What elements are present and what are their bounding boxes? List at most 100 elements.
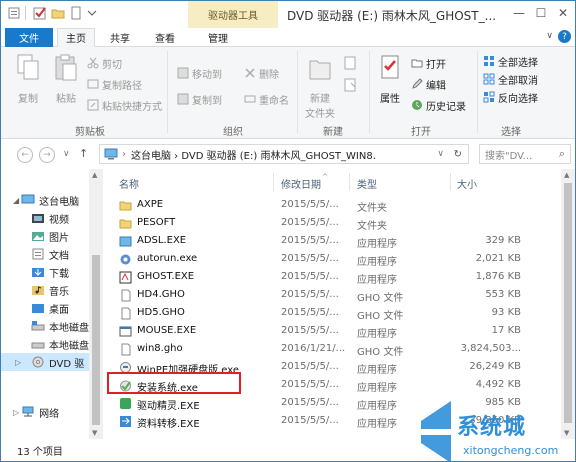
- delete-icon: [245, 68, 255, 78]
- new-item-icon[interactable]: [343, 55, 359, 71]
- nav-item-desktop[interactable]: 桌面: [31, 299, 69, 317]
- cut-button[interactable]: 剪切: [87, 55, 122, 71]
- open-group-label: 打开: [411, 127, 431, 138]
- open-label: 打开: [426, 59, 446, 71]
- file-icon: [121, 289, 131, 302]
- forward-button[interactable]: →: [39, 147, 55, 163]
- tab-manage[interactable]: 管理: [198, 28, 238, 47]
- delete-label: 删除: [259, 69, 279, 81]
- ribbon: 复制 粘贴 剪切 复制路径 粘贴快捷方式 剪贴板 移动到 复制到 删除 重命名 …: [1, 47, 575, 139]
- nav-pane-scroll-thumb[interactable]: [92, 255, 100, 425]
- easy-access-icon[interactable]: [343, 77, 359, 93]
- file-name: PESOFT: [137, 217, 176, 228]
- nav-item-videos[interactable]: 视频: [31, 209, 69, 227]
- refresh-icon[interactable]: ↻: [454, 149, 462, 160]
- address-bar[interactable]: › 这台电脑 › DVD 驱动器 (E:) 雨林木风_GHOST_WIN8. ∨…: [99, 144, 469, 164]
- rename-button[interactable]: 重命名: [244, 91, 289, 107]
- nav-item-pictures[interactable]: 图片: [31, 227, 69, 245]
- breadcrumb[interactable]: 这台电脑 › DVD 驱动器 (E:) 雨林木风_GHOST_WIN8.: [131, 147, 376, 162]
- properties-button[interactable]: 属性: [373, 53, 407, 105]
- move-to-label: 移动到: [192, 69, 222, 81]
- tab-home[interactable]: 主页: [57, 28, 95, 47]
- copy-to-button[interactable]: 复制到: [177, 91, 222, 107]
- close-button[interactable]: ✕: [553, 5, 573, 21]
- file-list-scrollbar[interactable]: ▲ ▼: [561, 169, 575, 439]
- select-all-button[interactable]: 全部选择: [483, 53, 538, 69]
- file-name: 资料转移.EXE: [137, 419, 200, 430]
- maximize-button[interactable]: ☐: [531, 5, 551, 21]
- tab-view[interactable]: 查看: [146, 28, 184, 47]
- music-folder-icon: [32, 286, 44, 295]
- file-list-scroll-thumb[interactable]: [564, 183, 572, 423]
- scroll-up-icon[interactable]: ▲: [564, 171, 569, 179]
- nav-pane-scrollbar[interactable]: ▲ ▼: [89, 169, 103, 439]
- file-icon: [121, 307, 131, 320]
- file-row[interactable]: GHOST.EXE 2015/5/5/... 应用程序 1,876 KB: [109, 269, 539, 286]
- paste-button[interactable]: 粘贴: [49, 53, 83, 105]
- nav-item-downloads[interactable]: 下载: [31, 263, 69, 281]
- edit-button[interactable]: 编辑: [411, 76, 446, 92]
- picture-folder-icon: [32, 232, 44, 241]
- search-input[interactable]: 搜索"DV... ⌕: [479, 144, 571, 164]
- scroll-down-icon[interactable]: ▼: [92, 429, 97, 437]
- drive-tools-context-tab[interactable]: 驱动器工具: [188, 1, 278, 28]
- invert-selection-button[interactable]: 反向选择: [483, 89, 538, 105]
- select-none-button[interactable]: 全部取消: [483, 71, 538, 87]
- chevron-down-icon[interactable]: [85, 6, 99, 20]
- delete-button[interactable]: 删除: [244, 65, 279, 81]
- navigation-bar: ← → ∨ ↑ › 这台电脑 › DVD 驱动器 (E:) 雨林木风_GHOST…: [1, 139, 575, 169]
- file-type: 应用程序: [357, 383, 397, 394]
- check-quick-icon[interactable]: [33, 6, 47, 20]
- history-button[interactable]: 历史记录: [411, 97, 466, 113]
- file-row[interactable]: HD4.GHO 2015/5/5/... GHO 文件 553 KB: [109, 287, 539, 304]
- tree-collapse-icon[interactable]: ▷: [13, 408, 19, 417]
- copy-button[interactable]: 复制: [11, 53, 45, 105]
- scroll-up-icon[interactable]: ▲: [92, 171, 97, 179]
- tree-collapse-icon[interactable]: ▷: [15, 358, 21, 367]
- invert-selection-label: 反向选择: [498, 93, 538, 105]
- watermark-url: xitongcheng.com: [463, 444, 559, 457]
- file-date: 2015/5/5/...: [281, 271, 339, 282]
- nav-item-local-disk-d[interactable]: 本地磁盘: [31, 335, 89, 353]
- nav-item-label: 本地磁盘: [49, 322, 89, 334]
- open-button[interactable]: 打开: [411, 55, 446, 71]
- help-icon[interactable]: ?: [558, 30, 571, 43]
- copy-path-button[interactable]: 复制路径: [87, 76, 142, 92]
- scissors-icon: [87, 57, 99, 69]
- recent-locations-icon[interactable]: ∨: [63, 149, 70, 159]
- file-row[interactable]: HD5.GHO 2015/5/5/... GHO 文件 93 KB: [109, 305, 539, 322]
- nav-item-documents[interactable]: 文档: [31, 245, 69, 263]
- nav-item-music[interactable]: 音乐: [31, 281, 69, 299]
- file-row[interactable]: win8.gho 2016/1/21/... GHO 文件 3,824,503...: [109, 341, 539, 358]
- new-folder-label-1: 新建: [310, 94, 330, 105]
- navigation-pane: ◢ 这台电脑 视频 图片 文档 下载 音乐 桌面 本地磁盘 本地磁盘 ▷ DVD…: [1, 169, 103, 439]
- new-folder-quick-icon[interactable]: [51, 6, 65, 20]
- nav-item-network[interactable]: ▷ 网络: [13, 403, 59, 421]
- file-row[interactable]: MOUSE.EXE 2015/5/5/... 应用程序 17 KB: [109, 323, 539, 340]
- tab-share[interactable]: 共享: [101, 28, 139, 47]
- ribbon-expand-icon[interactable]: ∨: [546, 31, 553, 41]
- minimize-button[interactable]: —: [509, 5, 529, 21]
- nav-item-local-disk-c[interactable]: 本地磁盘: [31, 317, 89, 335]
- properties-quick-icon[interactable]: [7, 6, 21, 20]
- tab-file[interactable]: 文件: [5, 28, 53, 47]
- file-row[interactable]: autorun.exe 2015/5/5/... 应用程序 2,021 KB: [109, 251, 539, 268]
- tree-expand-icon[interactable]: ◢: [13, 196, 19, 205]
- nav-item-label: 图片: [49, 232, 69, 244]
- address-dropdown-icon[interactable]: ∨: [437, 149, 444, 159]
- paste-shortcut-button[interactable]: 粘贴快捷方式: [87, 97, 162, 113]
- new-folder-button[interactable]: 新建 文件夹: [301, 53, 339, 120]
- page-quick-icon[interactable]: [69, 6, 83, 20]
- nav-item-dvd-drive[interactable]: ▷ DVD 驱: [1, 353, 89, 371]
- file-date: 2015/5/5/...: [281, 415, 339, 426]
- nav-item-this-pc[interactable]: ◢ 这台电脑: [13, 191, 79, 209]
- file-size: 93 KB: [491, 307, 521, 318]
- up-button[interactable]: ↑: [79, 147, 88, 160]
- file-row[interactable]: ADSL.EXE 2015/5/5/... 应用程序 329 KB: [109, 233, 539, 250]
- search-icon[interactable]: ⌕: [559, 147, 565, 161]
- back-button[interactable]: ←: [17, 147, 33, 163]
- file-row[interactable]: PESOFT 2015/5/5/... 文件夹: [109, 215, 539, 232]
- move-to-button[interactable]: 移动到: [177, 65, 222, 81]
- file-name: HD4.GHO: [137, 289, 185, 300]
- file-row[interactable]: AXPE 2015/5/5/... 文件夹: [109, 197, 539, 214]
